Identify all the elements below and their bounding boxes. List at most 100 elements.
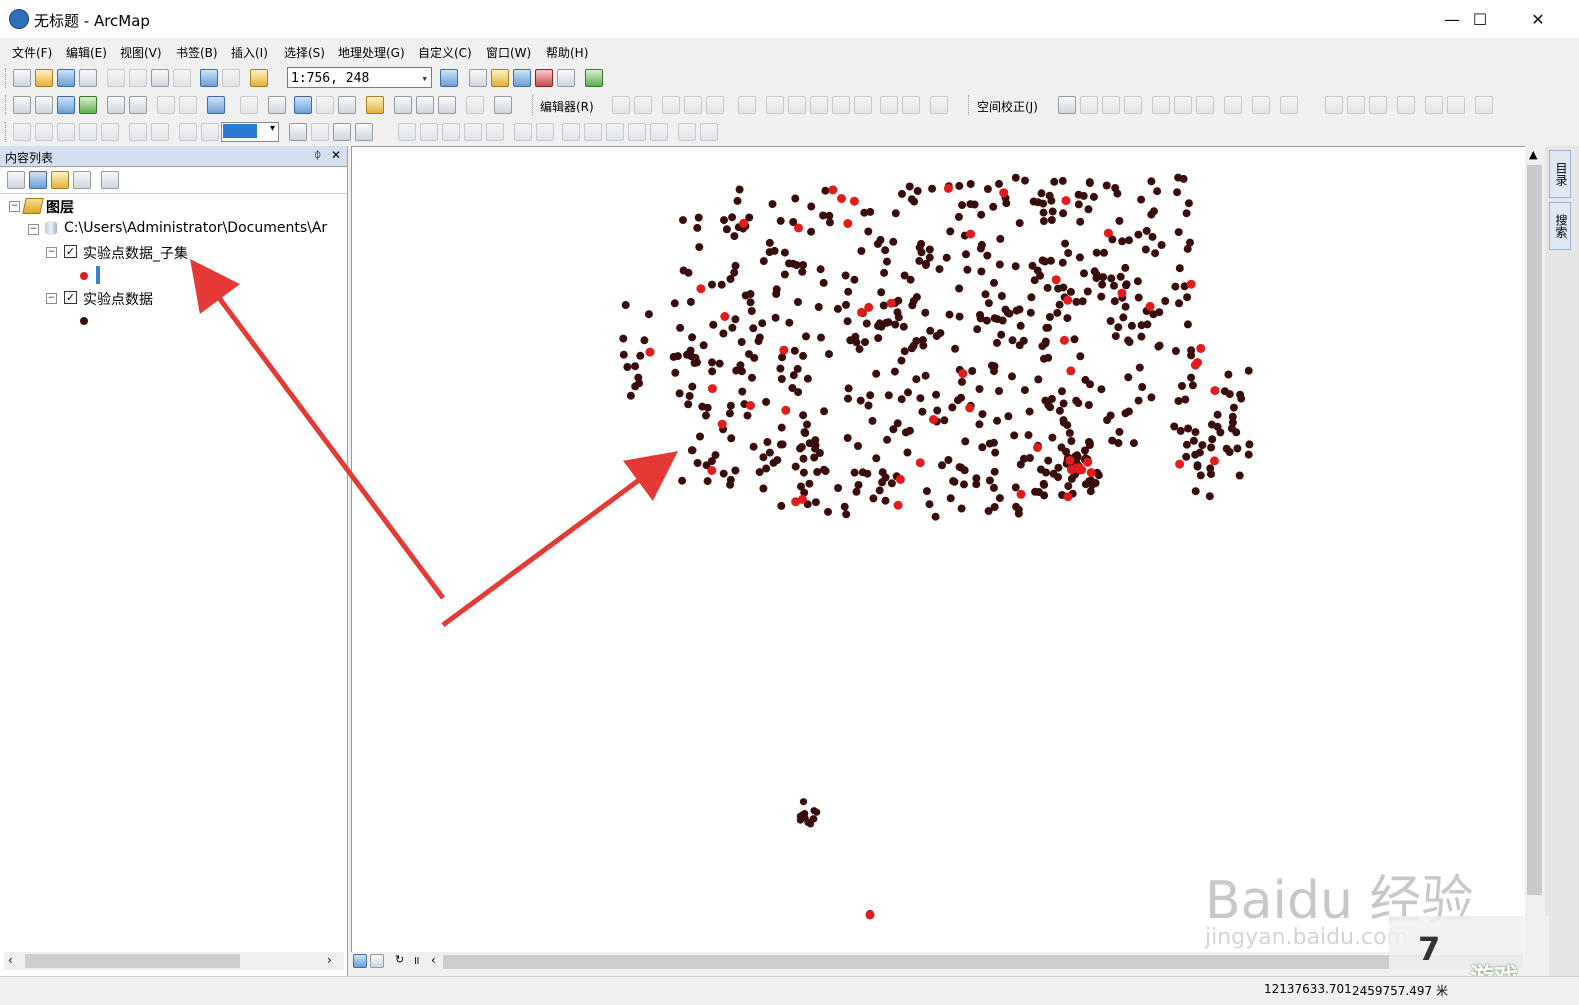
rotate-tool-icon[interactable] [854,96,872,114]
view-link-icon[interactable] [562,123,580,141]
attributes-icon[interactable] [880,96,898,114]
collapse-folder-icon[interactable]: − [28,224,39,235]
add-control-points-icon[interactable] [486,123,504,141]
scroll-left-icon[interactable]: ‹ [431,953,436,967]
refresh-icon[interactable]: ↻ [395,953,404,966]
arctoolbox-icon[interactable] [535,69,553,87]
catalog-window-icon[interactable] [491,69,509,87]
select-elements-arrow-icon[interactable] [268,96,286,114]
change-layout-icon[interactable] [333,123,351,141]
toc-options-icon[interactable] [101,171,119,189]
attribute-transfer-icon[interactable] [1280,96,1298,114]
toolbar-grip[interactable] [5,122,9,142]
pin-icon[interactable]: ᛰ [314,148,321,162]
table-of-contents-icon[interactable] [469,69,487,87]
python-window-icon[interactable] [557,69,575,87]
menu-help[interactable]: 帮助(H) [546,44,588,61]
georef-shift-icon[interactable] [442,123,460,141]
point-tool-icon[interactable] [738,96,756,114]
list-by-source-icon[interactable] [29,171,47,189]
end-point-arc-icon[interactable] [684,96,702,114]
georef-select-icon[interactable] [398,123,416,141]
georef-rotate-icon[interactable] [420,123,438,141]
measure-icon[interactable] [366,96,384,114]
list-by-drawing-order-icon[interactable] [7,171,25,189]
copy-icon[interactable] [129,69,147,87]
layout-pan-icon[interactable] [57,123,75,141]
close-button[interactable]: ✕ [1510,0,1566,38]
menu-geoprocessing[interactable]: 地理处理(G) [338,44,405,61]
search-window-icon[interactable] [513,69,531,87]
validate-topology-icon[interactable] [1397,96,1415,114]
globe-3d-icon[interactable] [536,123,554,141]
back-extent-icon[interactable] [157,96,175,114]
menu-bookmarks[interactable]: 书签(B) [176,44,218,61]
new-area-icon[interactable] [1196,96,1214,114]
raster-catalog-icon[interactable] [678,123,696,141]
edit-tool-icon[interactable] [612,96,630,114]
menu-view[interactable]: 视图(V) [120,44,162,61]
multi-displacement-icon[interactable] [1124,96,1142,114]
toolbar-grip[interactable] [5,68,9,88]
layers-root-label[interactable]: 图层 [46,197,74,217]
zoom-out-icon[interactable] [35,96,53,114]
topology-edit-icon[interactable] [1347,96,1365,114]
map-topology-icon[interactable] [1475,96,1493,114]
toc-scroll-thumb[interactable] [25,954,240,968]
focus-data-frame-icon[interactable] [311,123,329,141]
open-folder-icon[interactable] [35,69,53,87]
collapse-layer-icon[interactable]: − [46,293,57,304]
edit-vertices-icon[interactable] [766,96,784,114]
editor-toolbar-icon[interactable] [440,69,458,87]
list-by-visibility-icon[interactable] [51,171,69,189]
editor-menu[interactable]: 编辑器(R) [540,98,594,115]
delete-icon[interactable] [173,69,191,87]
select-arrow-icon[interactable] [1058,96,1076,114]
cut-icon[interactable] [107,69,125,87]
fix-topology-error-icon[interactable] [1425,96,1443,114]
zoom-whole-page-icon[interactable] [79,123,97,141]
identify-icon[interactable] [294,96,312,114]
layer-symbol-red-dot[interactable] [80,272,88,280]
undo-icon[interactable] [200,69,218,87]
layout-zoom-in-icon[interactable] [13,123,31,141]
view-link-table-icon[interactable] [1224,96,1242,114]
data-driven-pages-icon[interactable] [355,123,373,141]
fixed-zoom-out-layout-icon[interactable] [151,123,169,141]
toolbar-grip[interactable] [5,95,9,115]
create-features-icon[interactable] [930,96,948,114]
menu-customize[interactable]: 自定义(C) [418,44,472,61]
toolbar-grip[interactable] [968,95,972,115]
pause-drawing-icon[interactable]: ॥ [413,953,420,968]
straight-segment-icon[interactable] [662,96,680,114]
error-inspector-icon[interactable] [1447,96,1465,114]
edge-match-icon[interactable] [1252,96,1270,114]
map-horizontal-thumb[interactable] [443,955,1523,969]
redo-icon[interactable] [222,69,240,87]
go-to-xy-icon[interactable] [438,96,456,114]
modify-link-icon[interactable] [1102,96,1120,114]
new-displacement-link-icon[interactable] [1080,96,1098,114]
find-route-icon[interactable] [416,96,434,114]
next-extent-layout-icon[interactable] [201,123,219,141]
reshape-feature-icon[interactable] [788,96,806,114]
menu-select[interactable]: 选择(S) [284,44,325,61]
menu-edit[interactable]: 编辑(E) [66,44,107,61]
topology-icon[interactable] [1325,96,1343,114]
search-dock-tab[interactable]: 搜索 [1549,202,1571,250]
select-features-icon[interactable] [207,96,225,114]
clear-selection-icon[interactable] [240,96,258,114]
full-extent-globe-icon[interactable] [79,96,97,114]
menu-file[interactable]: 文件(F) [12,44,52,61]
forward-extent-icon[interactable] [179,96,197,114]
fixed-zoom-in-layout-icon[interactable] [129,123,147,141]
zoom-percent-combo[interactable]: ▾ [221,122,279,142]
print-icon[interactable] [79,69,97,87]
list-by-selection-icon[interactable] [73,171,91,189]
georef-scale-icon[interactable] [464,123,482,141]
limited-adjustment-icon[interactable] [1174,96,1192,114]
layer-visibility-checkbox[interactable]: ✓ [64,245,77,258]
new-document-icon[interactable] [13,69,31,87]
catalog-dock-tab[interactable]: 目录 [1549,150,1571,198]
delete-links-icon[interactable] [650,123,668,141]
